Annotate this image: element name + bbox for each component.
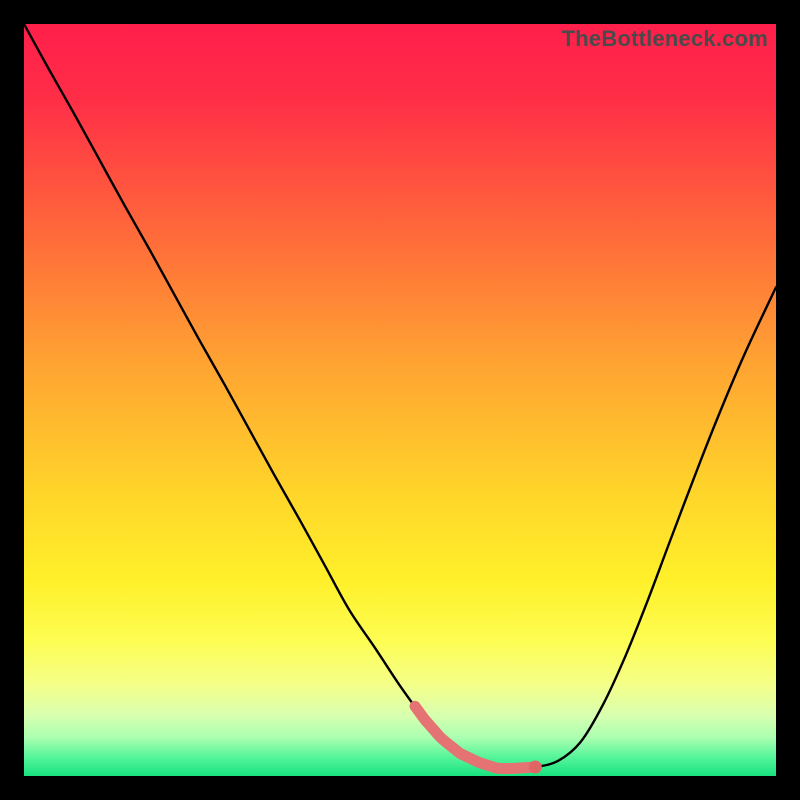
bottleneck-curve (24, 24, 776, 769)
chart-curve-layer (24, 24, 776, 776)
watermark-text: TheBottleneck.com (562, 26, 768, 52)
outer-frame: TheBottleneck.com (0, 0, 800, 800)
highlight-end-dot (529, 760, 542, 773)
plot-area: TheBottleneck.com (24, 24, 776, 776)
optimal-range-highlight (415, 706, 535, 768)
